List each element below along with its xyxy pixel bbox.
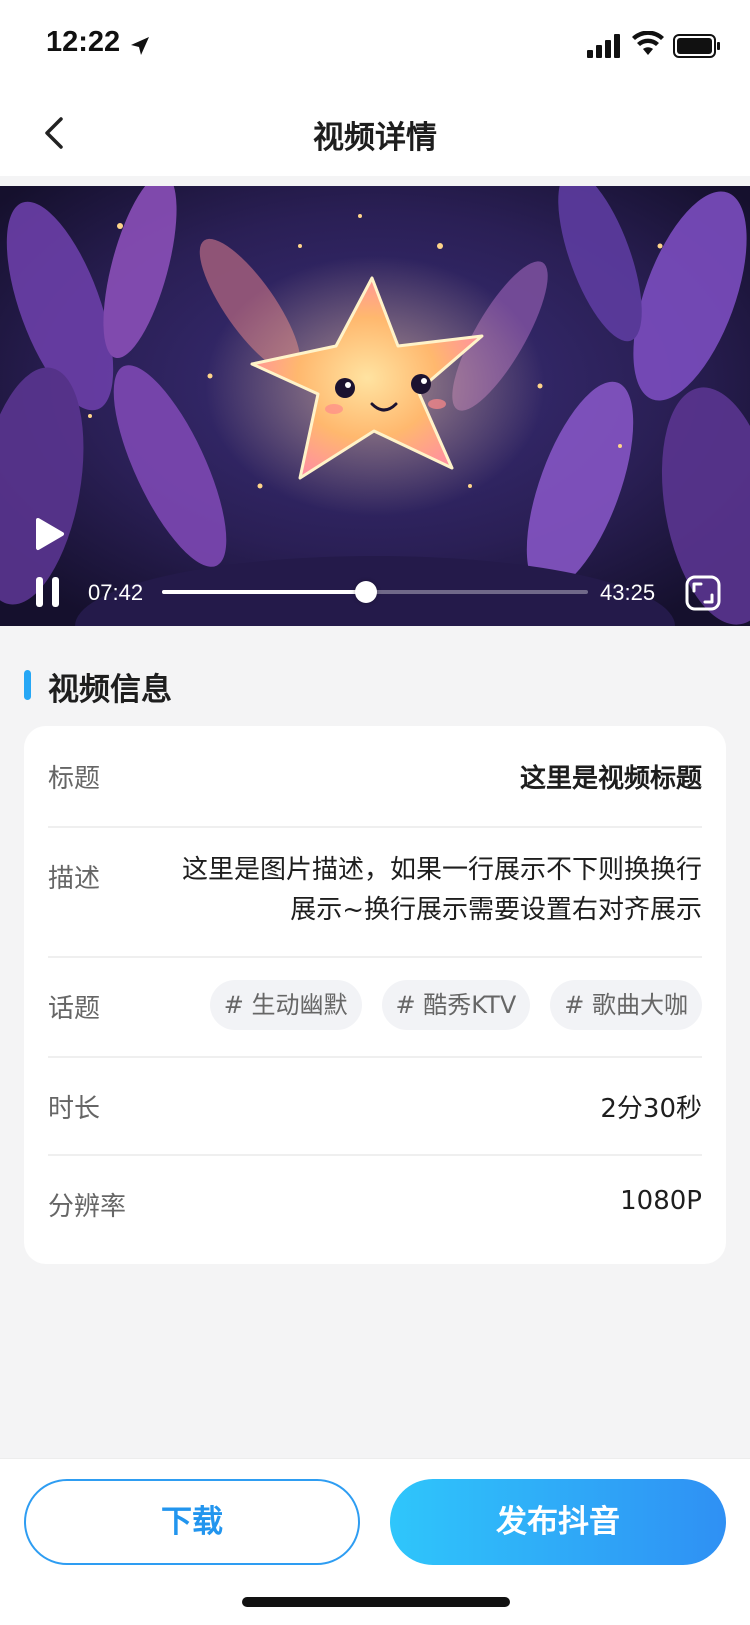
play-button[interactable] xyxy=(30,516,66,552)
row-value: 这里是图片描述，如果一行展示不下则换换行展示~换行展示需要设置右对齐展示 xyxy=(181,855,702,925)
download-button[interactable]: 下载 xyxy=(24,1479,360,1565)
current-time: 07:42 xyxy=(88,580,144,605)
nav-bar: 视频详情 xyxy=(0,90,750,176)
play-icon xyxy=(36,518,64,550)
row-value: 2分30秒 xyxy=(600,1094,702,1124)
info-row-description: 描述 这里是图片描述，如果一行展示不下则换换行展示~换行展示需要设置右对齐展示 xyxy=(48,826,702,958)
fullscreen-icon xyxy=(685,575,721,611)
wifi-icon xyxy=(632,31,664,55)
progress-fill xyxy=(162,590,367,594)
topic-tag[interactable]: # 酷秀KTV xyxy=(381,980,531,1030)
info-row-resolution: 分辨率 1080P xyxy=(48,1154,702,1252)
status-bar: 12:22 xyxy=(0,0,750,90)
section-title: 视频信息 xyxy=(48,672,172,708)
row-value: 这里是视频标题 xyxy=(519,764,702,794)
info-row-title: 标题 这里是视频标题 xyxy=(48,726,702,828)
page-title: 视频详情 xyxy=(313,120,437,156)
video-thumbnail xyxy=(0,186,750,626)
row-label: 描述 xyxy=(48,864,101,894)
location-arrow-icon xyxy=(131,37,149,55)
info-row-duration: 时长 2分30秒 xyxy=(48,1056,702,1156)
row-label: 时长 xyxy=(48,1094,101,1124)
home-indicator xyxy=(242,1597,510,1607)
video-info-card: 标题 这里是视频标题 描述 这里是图片描述，如果一行展示不下则换换行展示~换行展… xyxy=(24,726,726,1264)
row-label: 分辨率 xyxy=(48,1192,127,1222)
progress-bar[interactable] xyxy=(162,581,588,603)
row-label: 话题 xyxy=(48,994,101,1024)
topic-tags: # 生动幽默 # 酷秀KTV # 歌曲大咖 xyxy=(209,980,702,1030)
total-time: 43:25 xyxy=(600,580,656,605)
row-value: 1080P xyxy=(620,1186,702,1216)
publish-douyin-button[interactable]: 发布抖音 xyxy=(390,1479,726,1565)
video-player[interactable]: 07:42 43:25 xyxy=(0,186,750,626)
row-label: 标题 xyxy=(48,764,101,794)
bottom-action-bar: 下载 发布抖音 xyxy=(0,1458,750,1625)
section-accent-bar xyxy=(24,670,31,700)
info-row-topics: 话题 # 生动幽默 # 酷秀KTV # 歌曲大咖 xyxy=(48,956,702,1058)
status-time: 12:22 xyxy=(46,26,121,58)
pause-button[interactable] xyxy=(32,574,64,610)
signal-icon xyxy=(587,34,620,58)
pause-icon xyxy=(36,577,59,607)
fullscreen-button[interactable] xyxy=(684,574,722,612)
topic-tag[interactable]: # 生动幽默 xyxy=(209,980,362,1030)
topic-tag[interactable]: # 歌曲大咖 xyxy=(550,980,702,1030)
battery-icon xyxy=(673,34,720,58)
